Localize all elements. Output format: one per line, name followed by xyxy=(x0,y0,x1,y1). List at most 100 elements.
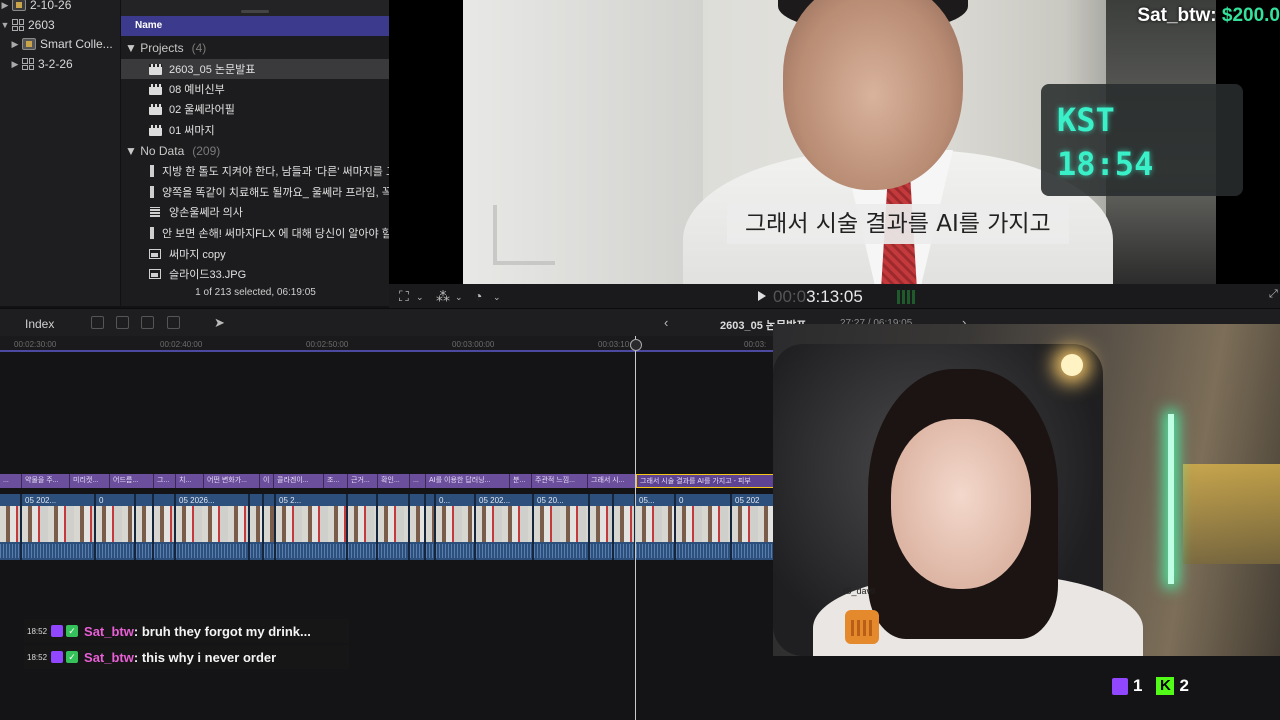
video-clip[interactable]: 05 2... xyxy=(276,494,348,560)
chevron-down-icon[interactable]: ⌄ xyxy=(493,292,501,303)
title-clip[interactable]: AI를 이용한 답러닝... xyxy=(426,474,510,488)
title-clip[interactable]: 그... xyxy=(154,474,176,488)
clip-row[interactable]: 안 보면 손해! 써마지FLX 에 대해 당신이 알아야 할 xyxy=(121,223,390,243)
timecode-display[interactable]: 00:03:13:05 xyxy=(773,287,863,307)
video-clip[interactable] xyxy=(614,494,636,560)
event-grid-icon xyxy=(12,19,24,31)
group-projects[interactable]: ▼ Projects (4) xyxy=(121,38,390,58)
disclosure-down-icon[interactable]: ▼ xyxy=(0,20,10,30)
primary-storyline: 05 202... 0 05 2026... 05 2... 0... 05 2… xyxy=(0,494,775,560)
video-clip[interactable] xyxy=(410,494,426,560)
video-clip[interactable] xyxy=(378,494,410,560)
overwrite-clip-icon[interactable] xyxy=(167,316,180,329)
title-clip[interactable]: ... xyxy=(410,474,426,488)
title-clip[interactable]: 그래서 시... xyxy=(588,474,636,488)
disclosure-right-icon[interactable]: ▶ xyxy=(0,0,10,11)
video-clip[interactable]: 05 202... xyxy=(22,494,96,560)
chat-message: 18:52 ✓ Sat_btw : bruh they forgot my dr… xyxy=(24,619,349,643)
library-row-2-10-26[interactable]: ▶ 2-10-26 xyxy=(0,0,71,14)
library-row-2603[interactable]: ▼ 2603 xyxy=(0,16,55,34)
video-clip[interactable]: 05 202... xyxy=(476,494,534,560)
project-row[interactable]: 08 예비신부 xyxy=(121,79,390,99)
library-icon xyxy=(12,0,26,11)
playhead[interactable] xyxy=(630,336,642,720)
browser-top-strip xyxy=(121,0,389,16)
speed-gauge-icon[interactable]: ◔ xyxy=(474,288,482,304)
insert-clip-icon[interactable] xyxy=(116,316,129,329)
library-row-smart-collections[interactable]: ▶ Smart Colle... xyxy=(0,35,113,53)
append-clip-icon[interactable] xyxy=(141,316,154,329)
video-clip[interactable] xyxy=(264,494,276,560)
project-label: 2603_05 논문발표 xyxy=(169,64,256,76)
title-clip[interactable]: 분... xyxy=(510,474,532,488)
video-clip[interactable]: 0 xyxy=(676,494,732,560)
index-button[interactable]: Index xyxy=(25,317,54,331)
project-row[interactable]: 2603_05 논문발표 xyxy=(121,59,390,79)
column-header-name[interactable]: Name xyxy=(121,16,390,36)
timeline-ruler[interactable]: 00:02:30:00 00:02:40:00 00:02:50:00 00:0… xyxy=(0,336,775,352)
disclosure-down-icon[interactable]: ▼ xyxy=(125,41,140,55)
back-arrow-icon[interactable]: ‹ xyxy=(664,315,668,330)
clip-row[interactable]: 양쪽을 똑같이 치료해도 될까요_ 울쎄라 프라임, 꼭 xyxy=(121,182,390,202)
title-clip[interactable]: 약물을 주... xyxy=(22,474,70,488)
title-clip[interactable]: 확인... xyxy=(378,474,410,488)
viewer[interactable]: 그래서 시술 결과를 AI를 가지고 KST 18:54 Sat_btw: $2… xyxy=(389,0,1280,284)
video-clip[interactable] xyxy=(348,494,378,560)
ruler-tick: 00:02:50:00 xyxy=(306,340,349,349)
video-clip[interactable]: 05 202 xyxy=(732,494,775,560)
title-clip[interactable]: 주관적 느낌... xyxy=(532,474,588,488)
video-clip[interactable]: 05... xyxy=(636,494,676,560)
disclosure-down-icon[interactable]: ▼ xyxy=(125,144,140,158)
magic-wand-icon[interactable]: ⁂ xyxy=(436,288,450,305)
play-button[interactable] xyxy=(758,291,766,301)
video-clip[interactable]: 05 20... xyxy=(534,494,590,560)
video-clip[interactable] xyxy=(0,494,22,560)
chevron-down-icon[interactable]: ⌄ xyxy=(416,292,424,303)
title-clip[interactable]: 어드름... xyxy=(110,474,154,488)
title-clip[interactable]: ... xyxy=(0,474,22,488)
connect-clip-icon[interactable] xyxy=(91,316,104,329)
clip-row[interactable]: 슬라이드33.JPG xyxy=(121,264,390,284)
video-clip[interactable] xyxy=(250,494,264,560)
title-clip[interactable]: 콜라겐이... xyxy=(274,474,324,488)
video-clip[interactable] xyxy=(154,494,176,560)
title-clip[interactable]: 어떤 변화가... xyxy=(204,474,260,488)
clip-label: 슬라이드33.JPG xyxy=(169,269,247,281)
ruler-tick: 00:03: xyxy=(744,340,767,349)
project-label: 02 울쎄라어필 xyxy=(169,104,235,116)
title-clip[interactable]: 치... xyxy=(176,474,204,488)
video-clip[interactable]: 0 xyxy=(96,494,136,560)
video-clip[interactable] xyxy=(426,494,436,560)
clip-label: 양쪽을 똑같이 치료해도 될까요_ 울쎄라 프라임, 꼭 xyxy=(162,187,390,199)
subtitle-caption: 그래서 시술 결과를 AI를 가지고 xyxy=(727,204,1069,244)
video-clip[interactable] xyxy=(590,494,614,560)
title-clip[interactable]: 이 xyxy=(260,474,274,488)
video-clip[interactable] xyxy=(136,494,154,560)
group-no-data[interactable]: ▼ No Data (209) xyxy=(121,141,390,161)
ruler-tick: 00:02:30:00 xyxy=(14,340,57,349)
chat-username: Sat_btw xyxy=(84,623,134,639)
transform-icon[interactable]: ⛶ xyxy=(399,288,409,305)
chevron-down-icon[interactable]: ⌄ xyxy=(455,292,463,303)
title-clip[interactable]: 조... xyxy=(324,474,348,488)
clip-row[interactable]: 지방 한 톨도 지켜야 한다, 남들과 '다른' 써마지를 고 xyxy=(121,161,390,181)
fullscreen-icon[interactable]: ⤢ xyxy=(1269,288,1278,301)
clip-row[interactable]: 양손울쎄라 의사 xyxy=(121,202,390,222)
select-tool-icon[interactable]: ➤ xyxy=(214,315,225,331)
disclosure-right-icon[interactable]: ▶ xyxy=(10,59,20,70)
title-clip[interactable]: 근거... xyxy=(348,474,378,488)
project-row[interactable]: 02 울쎄라어필 xyxy=(121,99,390,119)
group-count: (209) xyxy=(192,144,221,158)
audio-icon xyxy=(150,207,160,217)
project-row[interactable]: 01 써마지 xyxy=(121,120,390,140)
video-clip[interactable]: 05 2026... xyxy=(176,494,250,560)
chat-message: 18:52 ✓ Sat_btw : this why i never order xyxy=(24,645,349,669)
video-clip[interactable]: 0... xyxy=(436,494,476,560)
disclosure-right-icon[interactable]: ▶ xyxy=(10,39,20,50)
title-clip[interactable]: 미리캣... xyxy=(70,474,110,488)
chat-text: : bruh they forgot my drink... xyxy=(133,623,311,639)
twitch-badge-icon xyxy=(51,651,64,663)
library-row-3-2-26[interactable]: ▶ 3-2-26 xyxy=(0,55,73,73)
title-clip-selected[interactable]: 그래서 시술 결과를 AI를 가지고 - 피부 xyxy=(636,474,775,488)
clip-row[interactable]: 써마지 copy xyxy=(121,244,390,264)
